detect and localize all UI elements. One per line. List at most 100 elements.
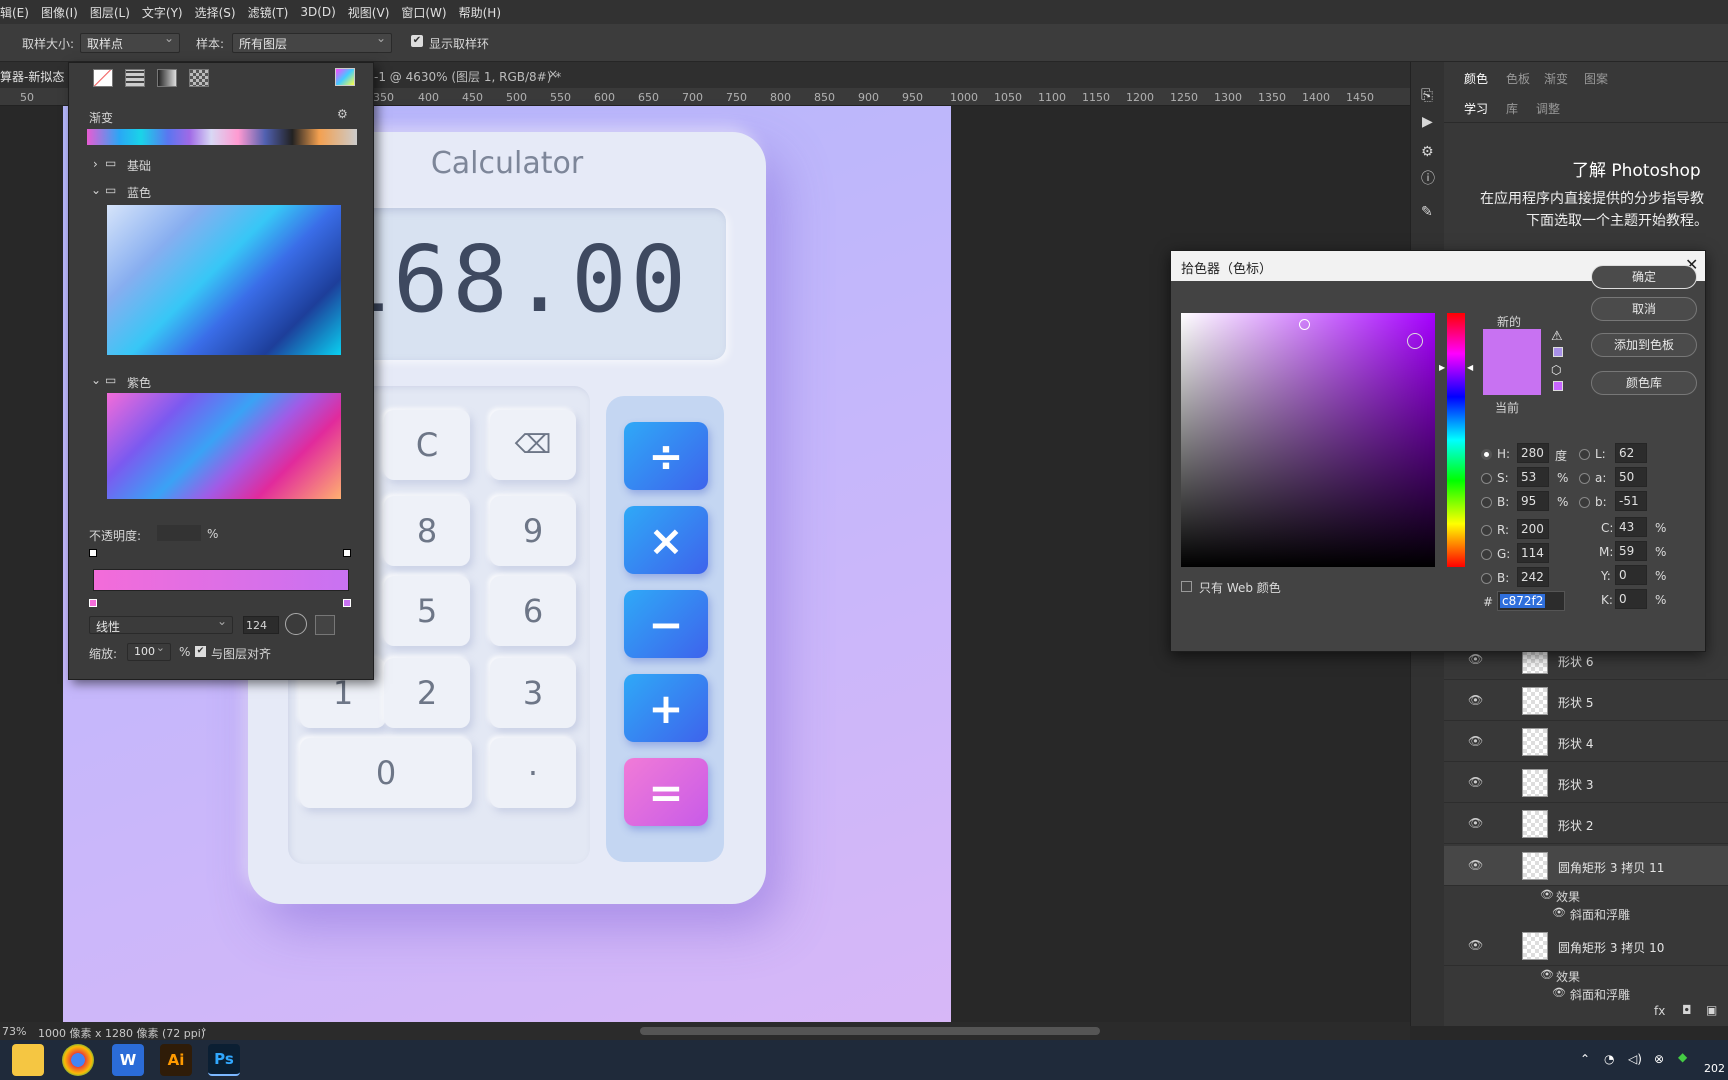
eye-icon[interactable]: 👁 — [1468, 858, 1483, 872]
opacity-stop-left[interactable] — [89, 549, 97, 557]
play-icon[interactable]: ▶ — [1422, 114, 1433, 130]
purple-gradient-swatches[interactable] — [107, 393, 341, 499]
radio-s[interactable] — [1481, 473, 1492, 484]
tab-swatches[interactable]: 色板 — [1506, 70, 1530, 87]
opacity-field[interactable] — [157, 525, 201, 541]
tab-adjustments[interactable]: 调整 — [1536, 100, 1560, 117]
new-layer-icon[interactable]: ▣ — [1706, 1003, 1717, 1017]
solid-color-icon[interactable] — [125, 69, 145, 87]
fx-icon[interactable]: fx — [1654, 1004, 1665, 1018]
angle-dial-icon[interactable] — [285, 613, 307, 635]
hue-arrow-left-icon[interactable]: ▶ — [1439, 363, 1445, 372]
chevron-right-icon[interactable]: › — [93, 157, 98, 171]
eye-icon[interactable]: 👁 — [1540, 968, 1554, 981]
doc-tab-close-icon[interactable]: × — [548, 67, 558, 81]
close-circle-icon[interactable]: ⊗ — [1654, 1052, 1664, 1066]
layer-row[interactable]: 👁 形状 5 — [1444, 681, 1728, 721]
add-to-swatches-button[interactable]: 添加到色板 — [1591, 333, 1697, 357]
menu-filter[interactable]: 滤镜(T) — [248, 4, 289, 21]
photoshop-icon[interactable]: Ps — [208, 1044, 240, 1076]
eye-icon[interactable]: 👁 — [1468, 652, 1483, 666]
radio-b[interactable] — [1481, 497, 1492, 508]
file-explorer-icon[interactable] — [12, 1044, 44, 1076]
gradient-type-select[interactable]: 线性 — [89, 614, 233, 634]
menu-type[interactable]: 文字(Y) — [142, 4, 183, 21]
layer-row[interactable]: 👁 形状 4 — [1444, 722, 1728, 762]
web-only-checkbox[interactable] — [1181, 581, 1192, 592]
hue-slider[interactable] — [1447, 313, 1465, 567]
tab-learn[interactable]: 学习 — [1464, 100, 1488, 117]
scale-select[interactable]: 100 — [127, 641, 171, 661]
radio-r[interactable] — [1481, 525, 1492, 536]
tab-gradients[interactable]: 渐变 — [1544, 70, 1568, 87]
web-cube-icon[interactable]: ⬡ — [1551, 363, 1561, 377]
color-swatch-icon[interactable] — [335, 68, 355, 86]
horizontal-scrollbar[interactable] — [640, 1027, 1100, 1035]
layer-row[interactable]: 👁 圆角矩形 3 拷贝 10 — [1444, 926, 1728, 966]
gradient-icon[interactable] — [157, 69, 177, 87]
eye-icon[interactable]: 👁 — [1552, 986, 1566, 999]
brush-icon[interactable]: ✎ — [1421, 204, 1433, 220]
chevron-right-icon[interactable]: › — [202, 1023, 206, 1036]
info-icon[interactable]: ⓘ — [1421, 168, 1435, 188]
wps-icon[interactable]: W — [112, 1044, 144, 1076]
lab-b-field[interactable]: -51 — [1615, 491, 1647, 511]
eye-icon[interactable]: 👁 — [1468, 734, 1483, 748]
web-swatch[interactable] — [1553, 381, 1563, 391]
radio-l[interactable] — [1579, 449, 1590, 460]
eye-icon[interactable]: 👁 — [1540, 888, 1554, 901]
doc-tab-prev[interactable]: 算器-新拟态 — [0, 68, 64, 85]
blue-field[interactable]: 242 — [1517, 567, 1549, 587]
l-field[interactable]: 62 — [1615, 443, 1647, 463]
group-blue[interactable]: 蓝色 — [127, 184, 151, 201]
chevron-down-icon[interactable]: ⌄ — [91, 183, 101, 197]
hue-arrow-right-icon[interactable]: ◀ — [1467, 363, 1473, 372]
k-field[interactable]: 0 — [1615, 589, 1647, 609]
layer-row-selected[interactable]: 👁 圆角矩形 3 拷贝 11 — [1444, 846, 1728, 886]
b-field[interactable]: 95 — [1517, 491, 1549, 511]
illustrator-icon[interactable]: Ai — [160, 1044, 192, 1076]
tab-color[interactable]: 颜色 — [1464, 70, 1488, 87]
show-ring-checkbox[interactable]: ✔ — [411, 35, 423, 47]
hex-field[interactable]: c872f2 — [1497, 591, 1565, 611]
color-stop-right[interactable] — [343, 599, 351, 607]
mask-icon[interactable]: ◘ — [1682, 1003, 1692, 1017]
a-field[interactable]: 50 — [1615, 467, 1647, 487]
blue-gradient-swatches[interactable] — [107, 205, 341, 355]
chrome-icon[interactable] — [62, 1044, 94, 1076]
radio-h[interactable] — [1481, 449, 1492, 460]
menu-view[interactable]: 视图(V) — [348, 4, 390, 21]
group-basic[interactable]: 基础 — [127, 157, 151, 174]
group-purple[interactable]: 紫色 — [127, 374, 151, 391]
gamut-swatch[interactable] — [1553, 347, 1563, 357]
no-fill-icon[interactable] — [93, 69, 113, 87]
sample-select[interactable]: 所有图层 — [232, 31, 392, 53]
app-tray-icon[interactable]: ◆ — [1678, 1050, 1687, 1064]
sample-size-select[interactable]: 取样点 — [80, 31, 180, 53]
menu-window[interactable]: 窗口(W) — [401, 4, 446, 21]
color-stop-left[interactable] — [89, 599, 97, 607]
eye-icon[interactable]: 👁 — [1468, 775, 1483, 789]
history-icon[interactable]: ⎘ — [1421, 86, 1433, 104]
gear-icon[interactable]: ⚙ — [337, 107, 348, 121]
gradient-preview-bar[interactable] — [93, 569, 349, 591]
m-field[interactable]: 59 — [1615, 541, 1647, 561]
radio-a[interactable] — [1579, 473, 1590, 484]
color-field[interactable] — [1181, 313, 1435, 567]
pattern-icon[interactable] — [189, 69, 209, 87]
eye-icon[interactable]: 👁 — [1468, 816, 1483, 830]
opacity-stop-right[interactable] — [343, 549, 351, 557]
tab-patterns[interactable]: 图案 — [1584, 70, 1608, 87]
menu-layer[interactable]: 图层(L) — [90, 4, 130, 21]
chevron-down-icon[interactable]: ⌄ — [91, 373, 101, 387]
menu-edit[interactable]: 辑(E) — [0, 4, 29, 21]
c-field[interactable]: 43 — [1615, 517, 1647, 537]
menu-image[interactable]: 图像(I) — [41, 4, 78, 21]
h-field[interactable]: 280 — [1517, 443, 1549, 463]
eye-icon[interactable]: 👁 — [1468, 693, 1483, 707]
radio-g[interactable] — [1481, 549, 1492, 560]
volume-icon[interactable]: ◁) — [1628, 1052, 1642, 1066]
align-checkbox[interactable]: ✔ — [195, 646, 206, 657]
layer-row[interactable]: 👁 形状 3 — [1444, 763, 1728, 803]
ok-button[interactable]: 确定 — [1591, 265, 1697, 289]
